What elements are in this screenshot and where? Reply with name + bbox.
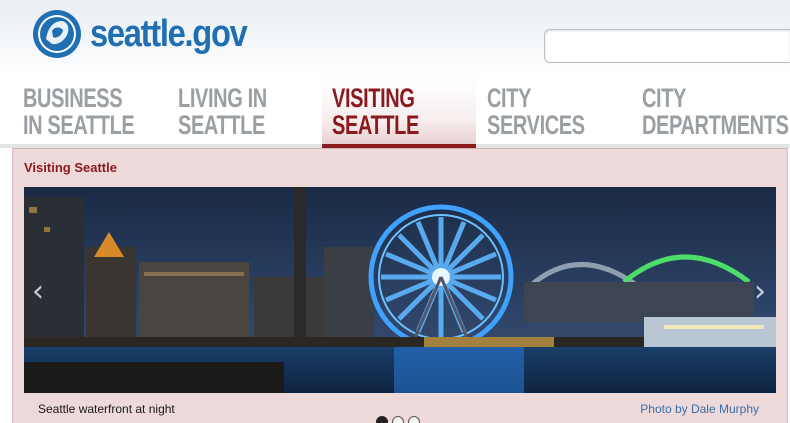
nav-item-living[interactable]: LIVING IN SEATTLE — [155, 78, 309, 148]
nav-label-line1: BUSINESS — [23, 83, 123, 113]
nav-label-line1: CITY — [487, 83, 532, 113]
nav-label-line2: SEATTLE — [178, 110, 265, 140]
carousel-dot[interactable] — [376, 416, 388, 423]
search-input[interactable] — [544, 29, 790, 63]
nav-label-line1: VISITING — [332, 83, 415, 113]
nav-item-business[interactable]: BUSINESS IN SEATTLE — [0, 78, 154, 148]
site-logo[interactable]: seattle.gov — [32, 8, 272, 60]
nav-item-visiting[interactable]: VISITING SEATTLE — [322, 78, 476, 148]
nav-label-line2: DEPARTMENTS — [642, 110, 789, 140]
seattle-waterfront-photo — [24, 187, 776, 393]
main-nav: BUSINESS IN SEATTLE LIVING IN SEATTLE VI… — [0, 78, 790, 148]
nav-label-line2: IN SEATTLE — [23, 110, 135, 140]
nav-item-city-services[interactable]: CITY SERVICES — [476, 78, 630, 148]
nav-label-line2: SERVICES — [487, 110, 585, 140]
chevron-right-icon[interactable]: › — [749, 277, 771, 307]
chevron-left-icon[interactable]: ‹ — [27, 277, 49, 307]
panel-title: Visiting Seattle — [24, 160, 117, 175]
carousel-dot[interactable] — [408, 416, 420, 423]
logo-text: seattle.gov — [90, 13, 248, 55]
photo-caption: Seattle waterfront at night — [38, 402, 175, 416]
photo-carousel[interactable]: ‹ › — [24, 187, 776, 393]
nav-item-city-departments[interactable]: CITY DEPARTMENTS — [630, 78, 790, 148]
site-header: seattle.gov — [0, 0, 790, 78]
city-seal-icon — [33, 10, 81, 58]
nav-label-line1: CITY — [642, 83, 687, 113]
nav-label-line2: SEATTLE — [332, 110, 419, 140]
photo-credit-link[interactable]: Photo by Dale Murphy — [640, 402, 759, 416]
feature-panel: Visiting Seattle ‹ › Seattle waterfront … — [12, 148, 788, 423]
nav-label-line1: LIVING IN — [178, 83, 267, 113]
carousel-dot[interactable] — [392, 416, 404, 423]
carousel-pagination — [376, 416, 420, 423]
